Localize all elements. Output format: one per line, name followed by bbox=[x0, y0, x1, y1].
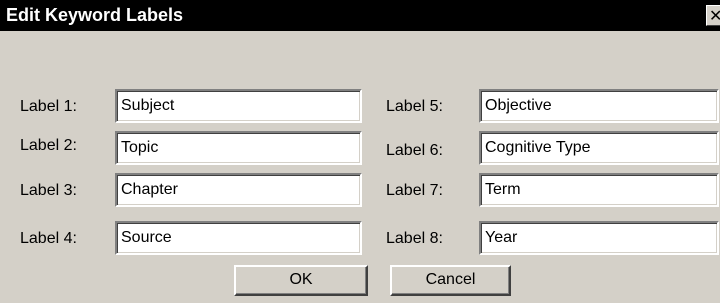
label-1-input[interactable] bbox=[115, 89, 362, 123]
label-1-caption: Label 1: bbox=[20, 98, 77, 115]
edit-keyword-labels-dialog: Edit Keyword Labels ✕ Label 1: Label 2: … bbox=[0, 0, 720, 303]
title-bar[interactable]: Edit Keyword Labels ✕ bbox=[0, 0, 720, 31]
label-6-caption: Label 6: bbox=[386, 142, 443, 159]
label-8-input[interactable] bbox=[479, 221, 719, 255]
label-3-input[interactable] bbox=[115, 173, 362, 207]
cancel-button[interactable]: Cancel bbox=[390, 265, 511, 296]
label-6-input[interactable] bbox=[479, 131, 719, 165]
close-button[interactable]: ✕ bbox=[706, 5, 720, 26]
label-7-input[interactable] bbox=[479, 173, 719, 207]
label-3-caption: Label 3: bbox=[20, 182, 77, 199]
window-title: Edit Keyword Labels bbox=[6, 5, 184, 25]
label-2-caption: Label 2: bbox=[20, 137, 77, 154]
label-5-caption: Label 5: bbox=[386, 98, 443, 115]
ok-button[interactable]: OK bbox=[234, 265, 368, 296]
label-5-input[interactable] bbox=[479, 89, 719, 123]
label-4-caption: Label 4: bbox=[20, 230, 77, 247]
label-8-caption: Label 8: bbox=[386, 230, 443, 247]
close-icon: ✕ bbox=[709, 7, 720, 25]
label-4-input[interactable] bbox=[115, 221, 362, 255]
label-2-input[interactable] bbox=[115, 131, 362, 165]
label-7-caption: Label 7: bbox=[386, 182, 443, 199]
